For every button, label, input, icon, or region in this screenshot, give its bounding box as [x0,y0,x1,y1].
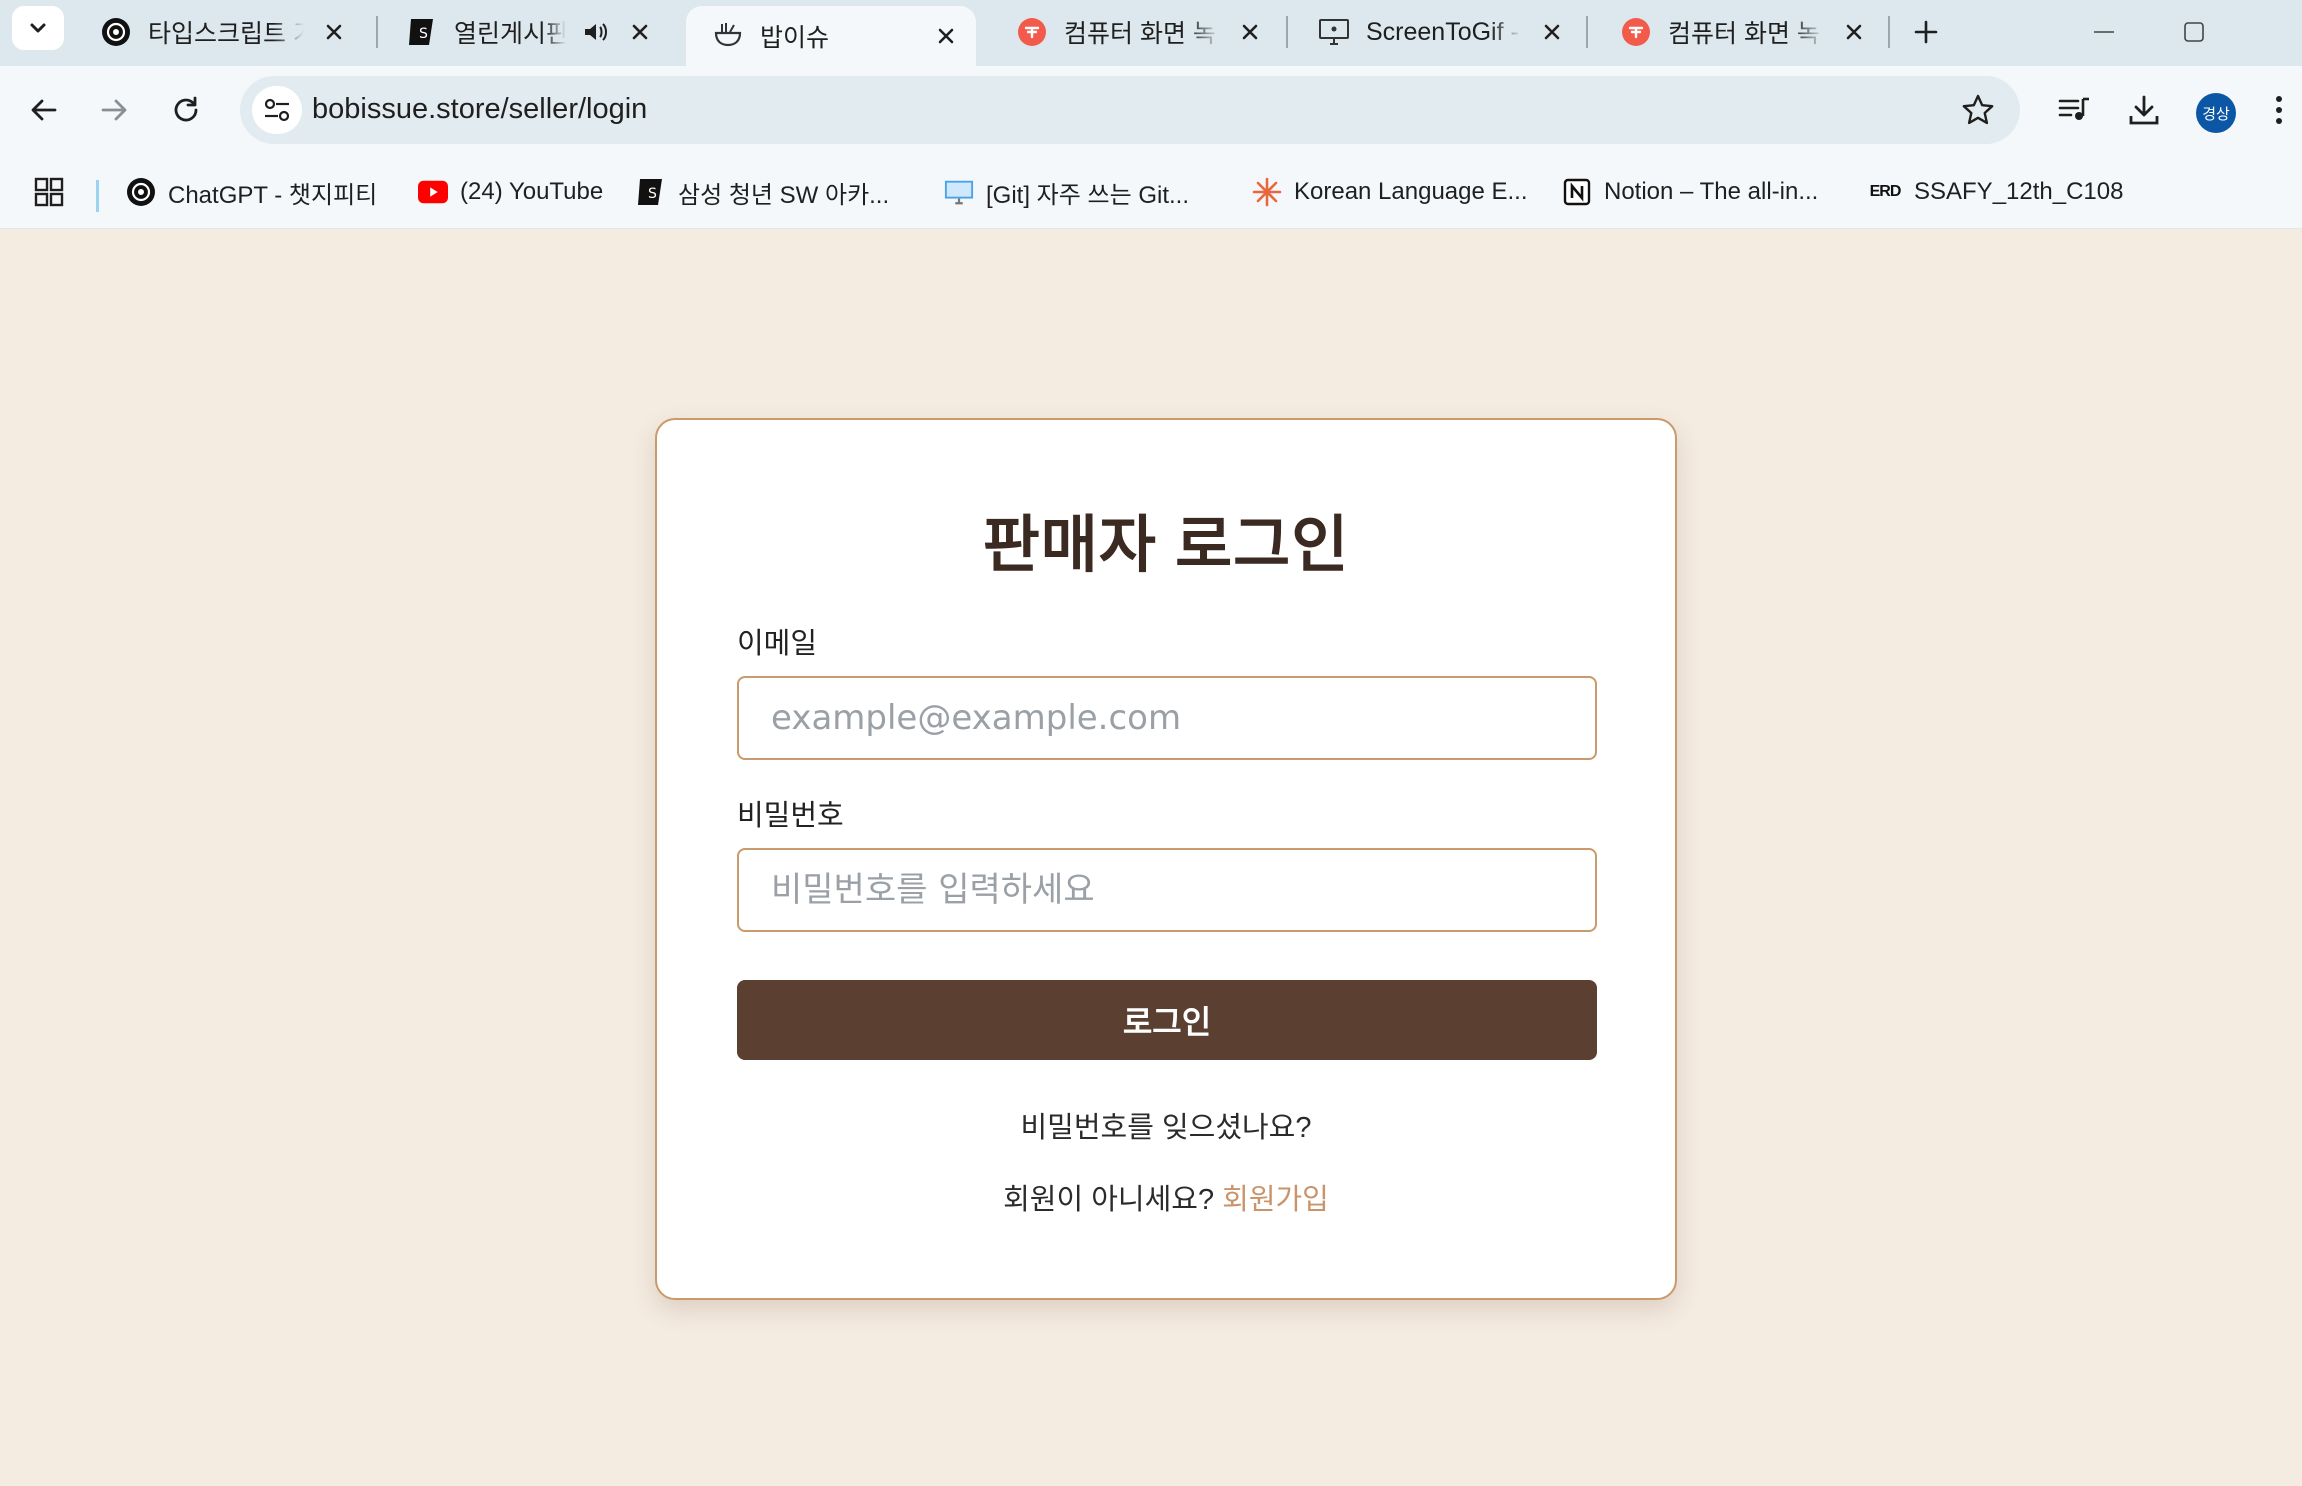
login-button[interactable]: 로그인 [737,980,1597,1060]
tab-3-active[interactable]: 밥이슈 [686,6,976,66]
bookmark-star-button[interactable] [1958,90,1998,130]
bookmark-label: Notion – The all-in... [1604,178,1819,205]
arrow-right-icon [101,99,127,121]
bookmarks-bar: ChatGPT - 챗지피티 (24) YouTube S 삼성 청년 SW 아… [0,162,2302,222]
queue-music-icon [2058,97,2089,120]
apps-button[interactable] [34,174,64,210]
bookmark-label: 삼성 청년 SW 아카... [678,181,890,209]
tune-icon [264,98,290,122]
samsung-sw-icon: S [636,177,666,207]
signup-prompt-line: 회원이 아니세요? 회원가입 [657,1176,1675,1218]
maximize-icon [2184,22,2204,42]
plus-icon [1914,20,1938,44]
tab-2[interactable]: S 열린게시판 [380,6,670,58]
signup-link[interactable]: 회원가입 [1222,1184,1329,1216]
samsung-sw-icon: S [406,16,438,48]
tab-4[interactable]: 컴퓨터 화면 녹 [990,6,1280,58]
site-info-button[interactable] [252,86,302,134]
bookmark-label: (24) YouTube [460,178,604,205]
new-tab-button[interactable] [1904,10,1948,54]
bookmark-samsung-sw[interactable]: S 삼성 청년 SW 아카... [636,174,889,210]
profile-avatar[interactable]: 경상 [2196,93,2236,133]
password-field[interactable] [737,848,1597,932]
back-button[interactable] [20,86,68,134]
tab-separator [376,16,378,48]
tab-title: 컴퓨터 화면 녹 [1064,20,1216,48]
browser-toolbar: bobissue.store/seller/login 경상 ChatGPT -… [0,66,2302,229]
youtube-icon [418,177,448,207]
page-title: 판매자 로그인 [982,511,1350,580]
tab-separator [1888,16,1890,48]
apps-grid-icon [34,177,64,207]
erd-icon: ERD [1869,183,1902,200]
signup-prompt: 회원이 아니세요? [1003,1184,1223,1216]
tab-strip: 타입스크립트 기 S 열린게시판 밥이슈 컴퓨터 화면 녹 ScreenToGi… [0,0,2302,66]
forward-button[interactable] [90,86,138,134]
bookmark-ssafy-erd[interactable]: ERD SSAFY_12th_C108 [1868,174,2124,210]
bookmark-label: ChatGPT - 챗지피티 [168,181,378,209]
minimize-button[interactable] [2074,10,2134,54]
bookmark-label: SSAFY_12th_C108 [1914,178,2124,205]
tab-separator [1586,16,1588,48]
maximize-button[interactable] [2164,10,2224,54]
more-vertical-icon [2276,96,2282,124]
tab-5[interactable]: ScreenToGif - R [1292,6,1582,58]
tab-1[interactable]: 타입스크립트 기 [74,6,364,58]
chevron-down-icon [30,23,46,33]
tab-6[interactable]: 컴퓨터 화면 녹 [1594,6,1884,58]
login-card: 판매자 로그인 이메일 비밀번호 로그인 비밀번호를 잊으셨나요? 회원이 아니… [655,418,1677,1300]
reload-icon [174,96,198,122]
url-text[interactable]: bobissue.store/seller/login [312,93,647,126]
tab-title: 밥이슈 [760,24,830,52]
svg-text:S: S [419,26,428,42]
reload-button[interactable] [162,86,210,134]
email-label: 이메일 [737,628,818,660]
chatgpt-icon [126,177,156,207]
red-recorder-icon [1620,16,1652,48]
bookmark-korean-language[interactable]: Korean Language E... [1252,174,1528,210]
download-icon [2129,95,2159,125]
bookmark-git[interactable]: [Git] 자주 쓰는 Git... [944,174,1189,210]
menu-button[interactable] [2264,86,2294,134]
red-recorder-icon [1016,16,1048,48]
forgot-password-link[interactable]: 비밀번호를 잊으셨나요? [657,1104,1675,1146]
bookmark-notion[interactable]: Notion – The all-in... [1562,174,1818,210]
tab-search-button[interactable] [12,6,64,50]
svg-text:S: S [648,186,657,202]
bookmark-label: Korean Language E... [1294,178,1528,205]
notion-icon [1562,177,1592,207]
media-control-button[interactable] [2050,86,2098,134]
close-icon[interactable] [1840,18,1868,46]
bookmark-youtube[interactable]: (24) YouTube [418,174,603,210]
tab-separator [1286,16,1288,48]
tab-title: 열린게시판 [454,20,566,48]
star-icon [1962,94,1994,125]
monitor-icon [944,177,974,207]
speaker-icon[interactable] [582,18,610,46]
close-icon[interactable] [1538,18,1566,46]
close-icon[interactable] [932,22,960,50]
close-icon[interactable] [626,18,654,46]
tab-title: ScreenToGif - R [1366,17,1522,46]
close-icon[interactable] [1236,18,1264,46]
tab-title: 컴퓨터 화면 녹 [1668,20,1820,48]
address-bar[interactable]: bobissue.store/seller/login [240,76,2020,144]
bookmark-label: [Git] 자주 쓰는 Git... [986,181,1189,209]
bobissue-icon [712,20,744,52]
bookmark-chatgpt[interactable]: ChatGPT - 챗지피티 [126,174,377,210]
password-label: 비밀번호 [737,800,844,832]
email-field[interactable] [737,676,1597,760]
tab-title: 타입스크립트 기 [148,20,304,48]
bookmark-separator [96,180,99,212]
chatgpt-icon [100,16,132,48]
sparkle-icon [1252,177,1282,207]
downloads-button[interactable] [2120,86,2168,134]
arrow-left-icon [31,99,57,121]
minimize-icon [2094,31,2114,33]
close-icon[interactable] [320,18,348,46]
monitor-icon [1318,16,1350,48]
